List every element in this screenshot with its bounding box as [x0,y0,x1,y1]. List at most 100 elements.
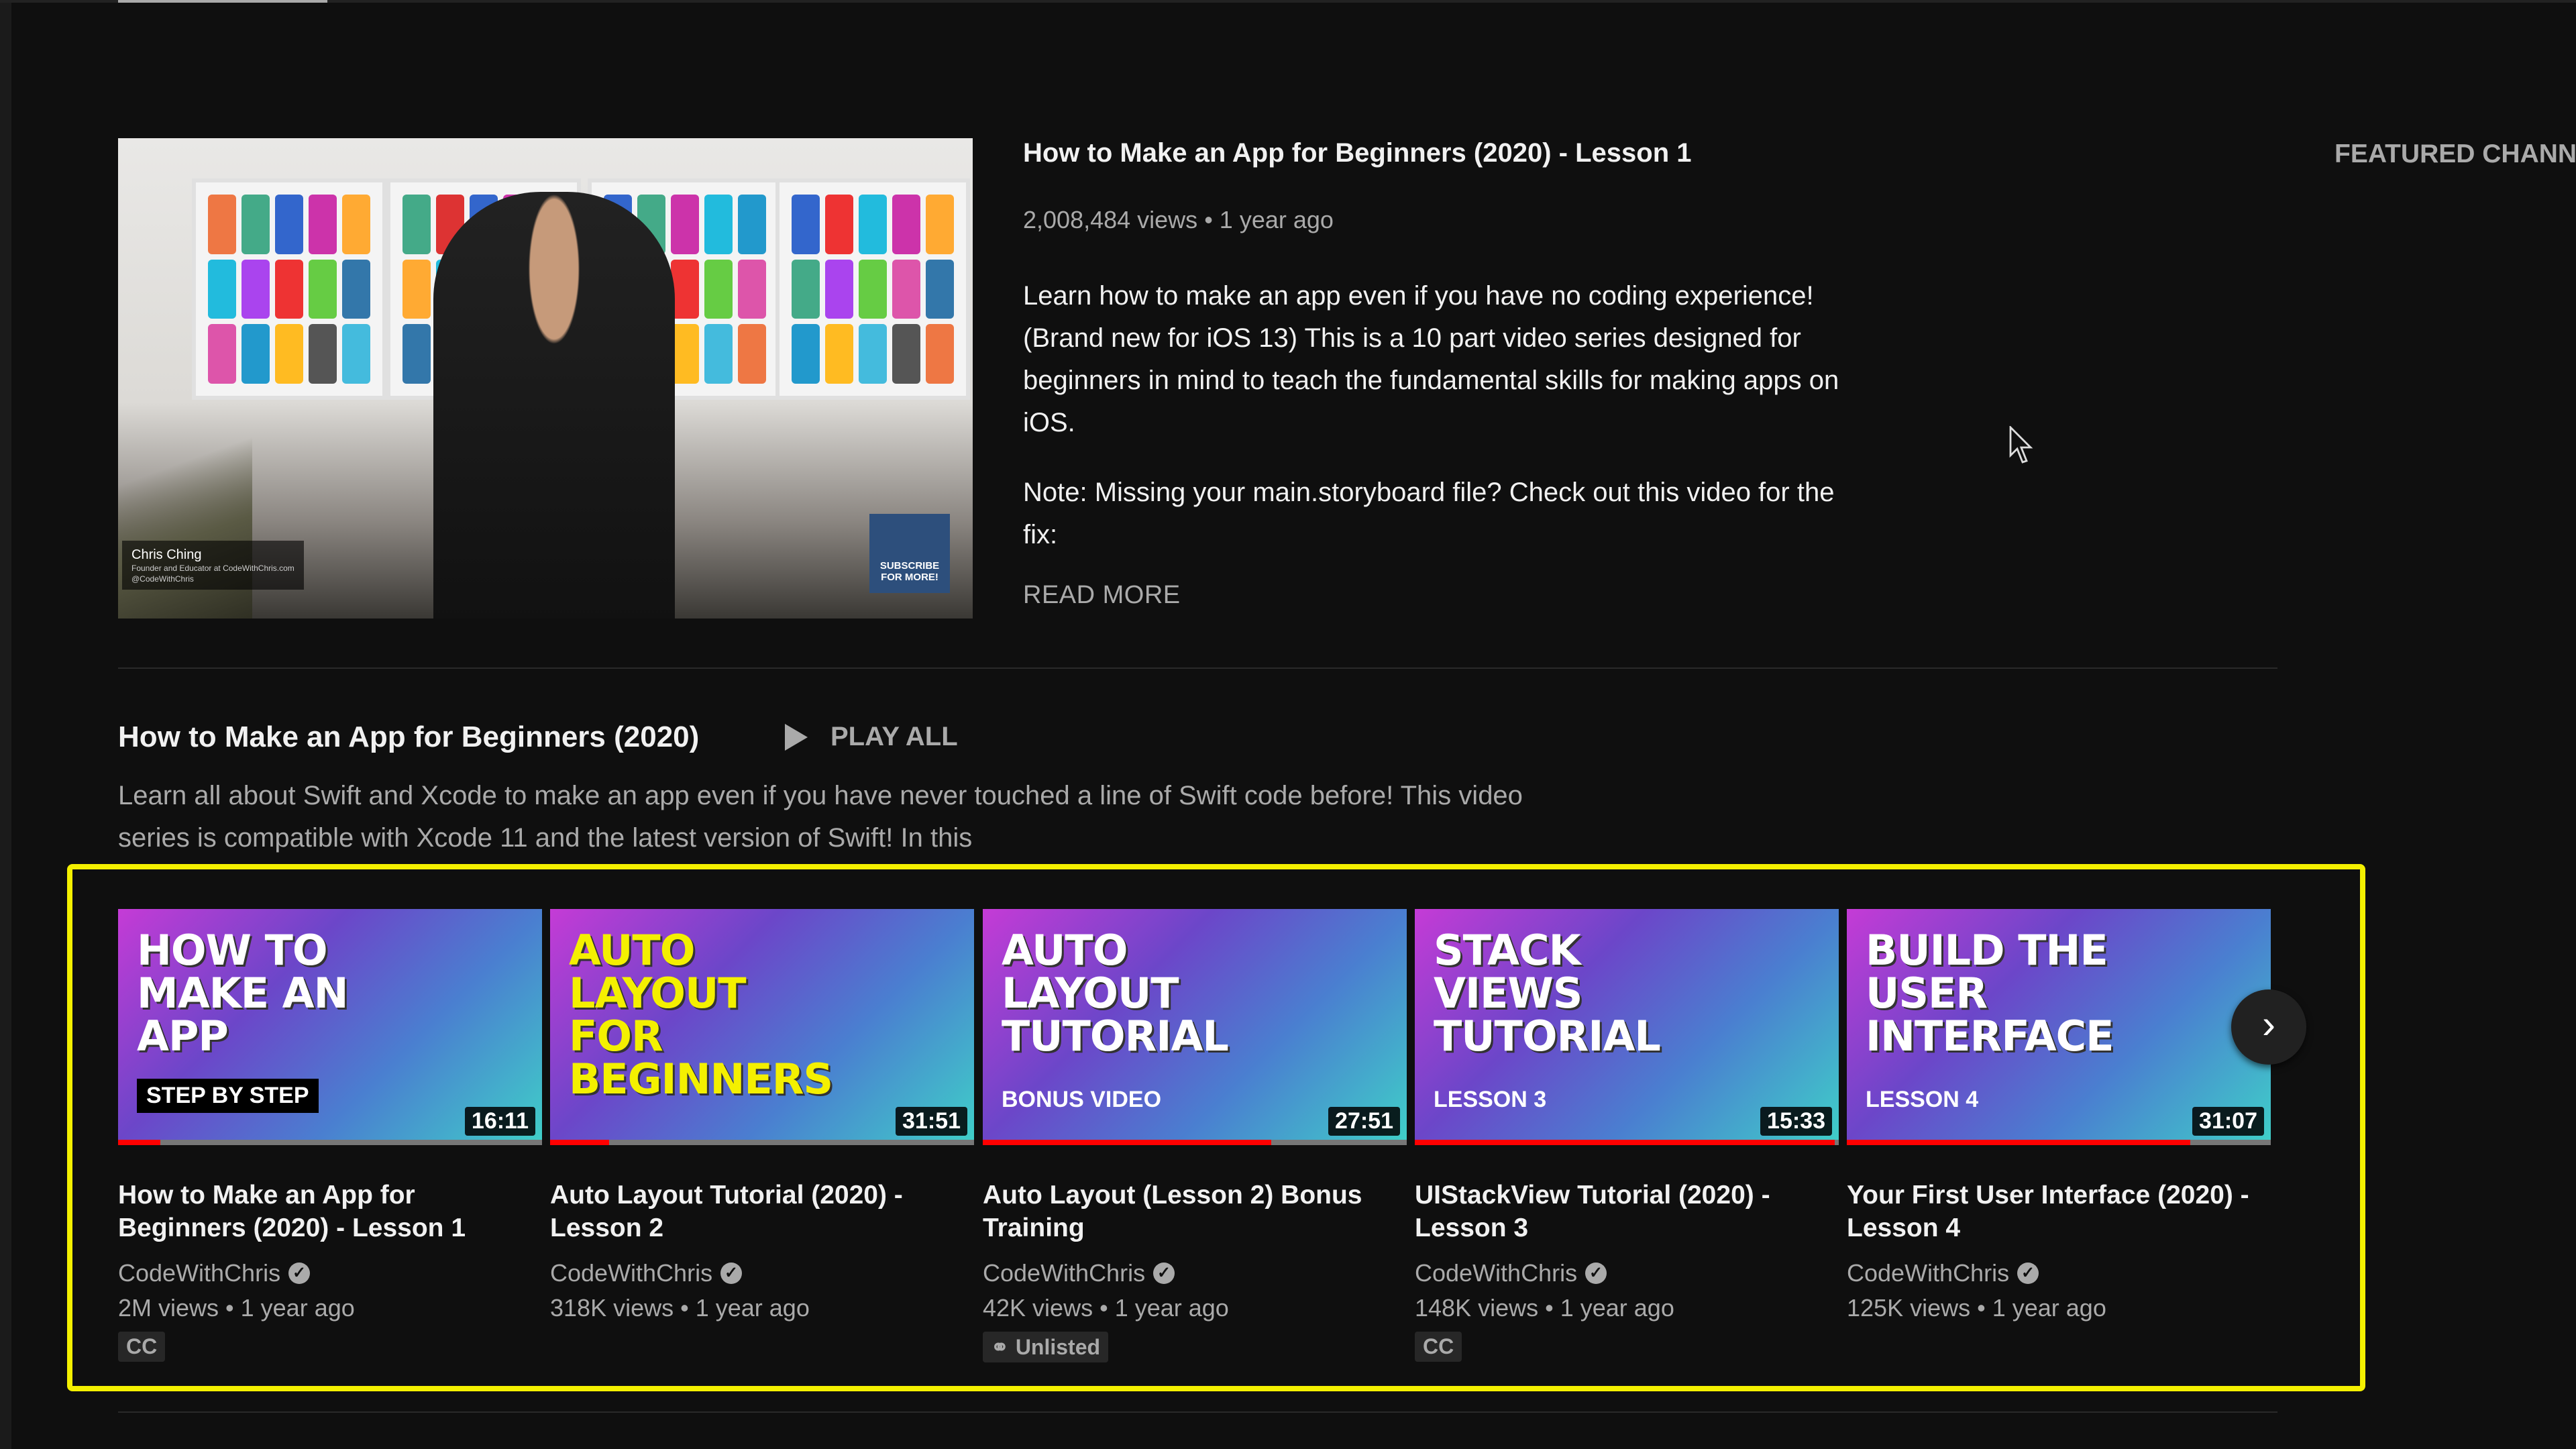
thumbnail-text: AUTO LAYOUT FOR BEGINNERS [569,926,833,1104]
video-thumbnail[interactable]: AUTO LAYOUT TUTORIAL BONUS VIDEO 27:51 [983,909,1407,1145]
duration-badge: 31:07 [2192,1107,2264,1136]
video-title[interactable]: Your First User Interface (2020) - Lesso… [1847,1179,2271,1244]
section-divider [118,1411,2277,1413]
duration-badge: 31:51 [896,1107,967,1136]
channel-label: CodeWithChris [983,1259,1146,1287]
playlist-video-card[interactable]: AUTO LAYOUT FOR BEGINNERS 31:51 Auto Lay… [550,909,974,1322]
presenter-handle: @CodeWithChris [131,574,194,584]
tab-bar-edge [0,0,2576,3]
play-all-label: PLAY ALL [830,722,958,751]
wall-poster [775,178,970,400]
playlist-video-card[interactable]: STACK VIEWS TUTORIAL LESSON 3 15:33 UISt… [1415,909,1839,1362]
thumbnail-subtext: STEP BY STEP [137,1079,319,1113]
thumbnail-subtext: LESSON 4 [1866,1087,1979,1112]
duration-badge: 16:11 [464,1107,535,1136]
chevron-right-icon[interactable]: › [2231,989,2306,1065]
video-thumbnail[interactable]: STACK VIEWS TUTORIAL LESSON 3 15:33 [1415,909,1839,1145]
playlist-video-card[interactable]: AUTO LAYOUT TUTORIAL BONUS VIDEO 27:51 A… [983,909,1407,1362]
thumbnail-text: BUILD THE USER INTERFACE [1866,926,2114,1061]
view-count: 125K views [1847,1294,1971,1322]
presenter-name: Chris Ching [131,547,202,562]
upload-age: 1 year ago [240,1294,355,1322]
link-icon: ⚭ [991,1335,1009,1359]
badge-label: Unlisted [1015,1334,1101,1359]
watch-progress-bar [550,1140,974,1145]
subscribe-watermark[interactable]: SUBSCRIBE FOR MORE! [869,514,950,593]
play-icon [785,723,808,751]
wall-poster [192,178,386,400]
lower-third: Chris Ching Founder and Educator at CodeW… [122,541,304,590]
watch-progress-fill [1847,1140,2190,1145]
video-thumbnail[interactable]: BUILD THE USER INTERFACE LESSON 4 31:07 [1847,909,2271,1145]
channel-name[interactable]: CodeWithChris ✓ [1847,1259,2271,1287]
badge-label: CC [126,1334,158,1358]
playlist-video-card[interactable]: HOW TO MAKE AN APP STEP BY STEP 16:11 Ho… [118,909,542,1362]
upload-age: 1 year ago [1992,1294,2106,1322]
watch-progress-fill [550,1140,610,1145]
description-note: Note: Missing your main.storyboard file?… [1023,478,1835,549]
channel-label: CodeWithChris [550,1259,713,1287]
description-text: Learn how to make an app even if you hav… [1023,281,1839,437]
video-thumbnail[interactable]: HOW TO MAKE AN APP STEP BY STEP 16:11 [118,909,542,1145]
thumbnail-text: STACK VIEWS TUTORIAL [1434,926,1661,1061]
thumbnail-subtext: BONUS VIDEO [1002,1087,1162,1112]
cc-badge: CC [118,1332,166,1362]
thumbnail-text: AUTO LAYOUT TUTORIAL [1002,926,1229,1061]
channel-name[interactable]: CodeWithChris ✓ [118,1259,542,1287]
thumbnail-subtext: LESSON 3 [1434,1087,1547,1112]
channel-label: CodeWithChris [1847,1259,2010,1287]
video-meta: 2M views • 1 year ago [118,1294,355,1322]
badge-label: CC [1423,1334,1454,1358]
upload-age: 1 year ago [695,1294,810,1322]
unlisted-badge: ⚭ Unlisted [983,1332,1109,1362]
verified-check-icon: ✓ [720,1263,743,1284]
video-thumbnail[interactable]: AUTO LAYOUT FOR BEGINNERS 31:51 [550,909,974,1145]
active-tab-indicator [118,0,327,3]
video-title[interactable]: How to Make an App for Beginners (2020) … [118,1179,542,1244]
channel-label: CodeWithChris [118,1259,281,1287]
presenter-role: Founder and Educator at CodeWithChris.co… [131,564,294,573]
duration-badge: 27:51 [1328,1107,1400,1136]
view-count: 318K views [550,1294,674,1322]
view-count: 2,008,484 views [1023,206,1198,233]
video-meta: 148K views • 1 year ago [1415,1294,1674,1322]
presenter [433,192,675,619]
video-title[interactable]: UIStackView Tutorial (2020) - Lesson 3 [1415,1179,1839,1244]
channel-name[interactable]: CodeWithChris ✓ [550,1259,974,1287]
view-count: 148K views [1415,1294,1539,1322]
watch-progress-bar [1415,1140,1839,1145]
featured-video-player[interactable]: Chris Ching Founder and Educator at CodeW… [118,138,973,619]
cc-badge: CC [1415,1332,1462,1362]
duration-badge: 15:33 [1760,1107,1832,1136]
left-edge [0,0,11,1449]
view-count: 42K views [983,1294,1093,1322]
video-title[interactable]: Auto Layout Tutorial (2020) - Lesson 2 [550,1179,974,1244]
featured-video-title[interactable]: How to Make an App for Beginners (2020) … [1023,138,1691,168]
play-all-button[interactable]: PLAY ALL [785,722,958,752]
verified-check-icon: ✓ [1153,1263,1175,1284]
watch-progress-bar [118,1140,542,1145]
video-title[interactable]: Auto Layout (Lesson 2) Bonus Training [983,1179,1407,1244]
video-meta: 125K views • 1 year ago [1847,1294,2106,1322]
watch-progress-fill [983,1140,1271,1145]
featured-channels-heading: FEATURED CHANN [2334,140,2576,168]
channel-name[interactable]: CodeWithChris ✓ [1415,1259,1839,1287]
verified-check-icon: ✓ [2017,1263,2039,1284]
upload-age: 1 year ago [1114,1294,1229,1322]
read-more-button[interactable]: READ MORE [1023,581,1181,610]
view-count: 2M views [118,1294,219,1322]
playlist-title[interactable]: How to Make an App for Beginners (2020) [118,720,699,754]
playlist-video-card[interactable]: BUILD THE USER INTERFACE LESSON 4 31:07 … [1847,909,2271,1322]
channel-name[interactable]: CodeWithChris ✓ [983,1259,1407,1287]
video-meta: 42K views • 1 year ago [983,1294,1229,1322]
upload-age: 1 year ago [1219,206,1334,233]
playlist-description: Learn all about Swift and Xcode to make … [118,781,1523,853]
thumbnail-text: HOW TO MAKE AN APP [137,926,349,1061]
verified-check-icon: ✓ [1585,1263,1607,1284]
video-meta: 318K views • 1 year ago [550,1294,810,1322]
section-divider [118,667,2277,669]
watch-progress-bar [1847,1140,2271,1145]
watch-progress-fill [118,1140,161,1145]
upload-age: 1 year ago [1560,1294,1674,1322]
channel-label: CodeWithChris [1415,1259,1578,1287]
